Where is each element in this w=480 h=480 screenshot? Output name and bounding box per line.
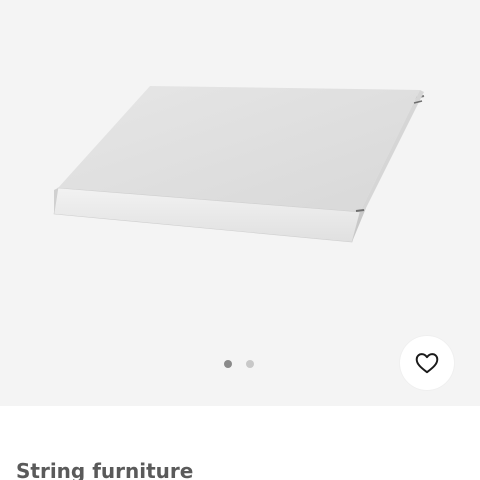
- heart-outline-icon: [415, 353, 439, 374]
- product-image-gallery[interactable]: [0, 0, 480, 406]
- favorite-button[interactable]: [400, 336, 454, 390]
- slide-dot-1[interactable]: [224, 360, 232, 368]
- slide-dot-2[interactable]: [246, 360, 254, 368]
- slide-indicator: [224, 360, 254, 368]
- product-brand[interactable]: String furniture: [16, 458, 193, 480]
- product-page: String furniture: [0, 0, 480, 480]
